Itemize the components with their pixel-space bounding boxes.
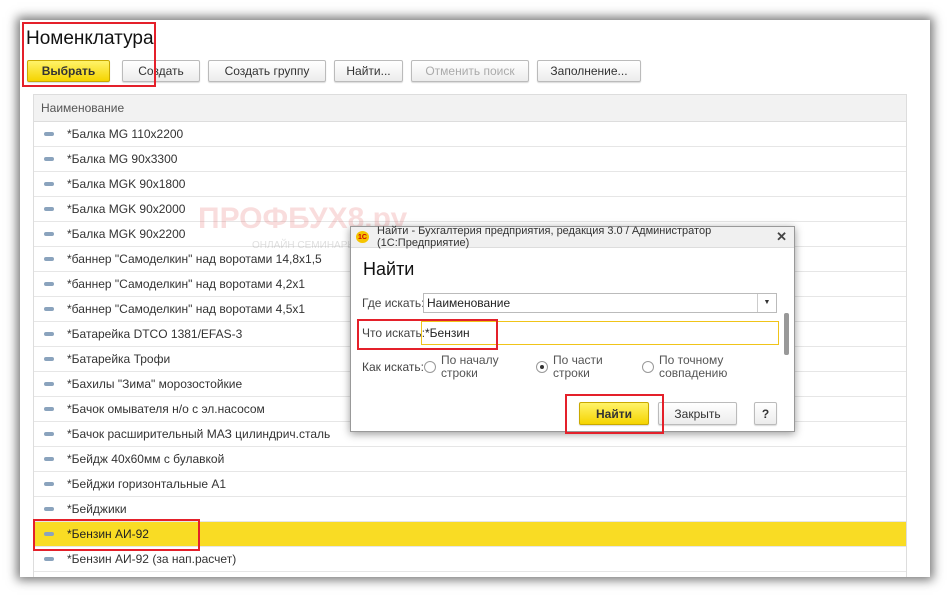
dialog-window-title: Найти - Бухгалтерия предприятия, редакци… bbox=[377, 225, 712, 249]
chevron-down-icon[interactable]: ▼ bbox=[757, 294, 776, 312]
row-name: *Батарейка Трофи bbox=[67, 352, 171, 366]
radio-part-of-line[interactable] bbox=[536, 361, 548, 373]
dialog-close-button[interactable]: Закрыть bbox=[658, 402, 737, 425]
item-icon bbox=[44, 182, 54, 186]
radio-label-start: По началу строки bbox=[441, 353, 499, 380]
item-icon bbox=[44, 482, 54, 486]
column-header-name[interactable]: Наименование bbox=[34, 95, 906, 122]
row-name: *Бейджики bbox=[67, 502, 127, 516]
item-icon bbox=[44, 132, 54, 136]
radio-label-exact: По точному совпадению bbox=[659, 353, 728, 380]
item-icon bbox=[44, 282, 54, 286]
table-row[interactable]: *Балка MG 110x2200 bbox=[34, 122, 906, 147]
dialog-scrollbar[interactable] bbox=[784, 313, 789, 355]
help-button[interactable]: ? bbox=[754, 402, 777, 425]
create-group-button[interactable]: Создать группу bbox=[208, 60, 326, 82]
item-icon bbox=[44, 332, 54, 336]
row-name: *Бейджи горизонтальные А1 bbox=[67, 477, 227, 491]
item-icon bbox=[44, 207, 54, 211]
row-name: *Балка MG 90x3300 bbox=[67, 152, 178, 166]
how-label: Как искать: bbox=[362, 360, 424, 374]
highlight-title bbox=[22, 22, 156, 87]
find-button[interactable]: Найти... bbox=[334, 60, 403, 82]
row-name: *Балка MG 110x2200 bbox=[67, 127, 184, 141]
table-row[interactable]: *Балка MGK 90x1800 bbox=[34, 172, 906, 197]
row-name: *баннер "Самоделкин" над воротами 4,2х1 bbox=[67, 277, 306, 291]
highlight-find-button bbox=[565, 394, 664, 434]
row-name: *Бачок расширительный МАЗ цилиндрич.стал… bbox=[67, 427, 331, 441]
dialog-title: Найти bbox=[363, 259, 415, 279]
dialog-titlebar: 1С Найти - Бухгалтерия предприятия, реда… bbox=[351, 225, 794, 249]
item-icon bbox=[44, 382, 54, 386]
radio-label-part: По части строки bbox=[553, 353, 603, 380]
row-name: *баннер "Самоделкин" над воротами 4,5х1 bbox=[67, 302, 306, 316]
where-select[interactable]: Наименование ▼ bbox=[423, 293, 777, 313]
item-icon bbox=[44, 457, 54, 461]
row-name: *Балка MGK 90x2000 bbox=[67, 202, 186, 216]
row-name: *Бейдж 40х60мм с булавкой bbox=[67, 452, 225, 466]
table-row[interactable]: *Бейджи горизонтальные А1 bbox=[34, 472, 906, 497]
item-icon bbox=[44, 307, 54, 311]
close-icon[interactable]: ✕ bbox=[776, 229, 787, 245]
radio-exact-match[interactable] bbox=[642, 361, 654, 373]
1c-logo-icon: 1С bbox=[356, 231, 370, 243]
highlight-what-field bbox=[357, 319, 498, 350]
item-icon bbox=[44, 507, 54, 511]
cancel-search-button[interactable]: Отменить поиск bbox=[411, 60, 529, 82]
item-icon bbox=[44, 232, 54, 236]
row-name: *Балка MGK 90x1800 bbox=[67, 177, 186, 191]
item-icon bbox=[44, 357, 54, 361]
item-icon bbox=[44, 157, 54, 161]
item-icon bbox=[44, 557, 54, 561]
fill-button[interactable]: Заполнение... bbox=[537, 60, 641, 82]
row-name: *баннер "Самоделкин" над воротами 14,8х1… bbox=[67, 252, 322, 266]
item-icon bbox=[44, 257, 54, 261]
row-name: *Бензин АИ-92 (за нап.расчет) bbox=[67, 552, 237, 566]
row-name: *Бачок омывателя н/о с эл.насосом bbox=[67, 402, 265, 416]
table-row[interactable]: *Балка MG 90x3300 bbox=[34, 147, 906, 172]
row-name: *Балка MGK 90x2200 bbox=[67, 227, 186, 241]
item-icon bbox=[44, 432, 54, 436]
where-label: Где искать: bbox=[362, 296, 425, 310]
table-row[interactable]: *Балка MGK 90x2000 bbox=[34, 197, 906, 222]
item-icon bbox=[44, 407, 54, 411]
row-name: *Бахилы "Зима" морозостойкие bbox=[67, 377, 243, 391]
radio-start-of-line[interactable] bbox=[424, 361, 436, 373]
where-value: Наименование bbox=[427, 296, 511, 310]
table-row[interactable]: *Бейдж 40х60мм с булавкой bbox=[34, 447, 906, 472]
highlight-selected-row bbox=[33, 519, 200, 551]
row-name: *Батарейка DTCO 1381/EFAS-3 bbox=[67, 327, 243, 341]
